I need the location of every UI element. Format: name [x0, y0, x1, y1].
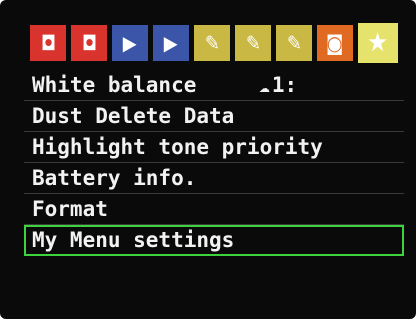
star-icon: ★: [367, 28, 389, 58]
tab-setup-3[interactable]: ✎: [276, 25, 312, 61]
menu-item-highlight-tone-priority[interactable]: Highlight tone priority: [24, 132, 404, 163]
menu-item-format[interactable]: Format: [24, 194, 404, 225]
tab-shooting-2[interactable]: ◘: [71, 25, 107, 61]
wrench-icon: ✎: [204, 31, 220, 55]
camera-icon: ◘: [81, 31, 97, 55]
wrench-icon: ✎: [245, 31, 261, 55]
tab-setup-1[interactable]: ✎: [194, 25, 230, 61]
menu-list: White balance ☁1: Dust Delete Data Highl…: [24, 70, 404, 287]
camera-menu-screen: ◘ ◘ ▶ ▶ ✎ ✎ ✎ ◙ ★ White balance ☁1: Dust…: [0, 0, 416, 319]
white-balance-value: ☁1:: [259, 70, 297, 102]
menu-item-label: White balance: [32, 73, 197, 97]
tab-shooting-1[interactable]: ◘: [30, 25, 66, 61]
white-balance-setting: 1:: [271, 73, 298, 97]
menu-item-my-menu-settings[interactable]: My Menu settings: [24, 225, 404, 256]
tab-playback-2[interactable]: ▶: [153, 25, 189, 61]
cloudy-icon: ☁: [259, 76, 270, 97]
tab-setup-2[interactable]: ✎: [235, 25, 271, 61]
custom-camera-icon: ◙: [326, 31, 344, 55]
menu-item-battery-info[interactable]: Battery info.: [24, 163, 404, 194]
playback-icon: ▶: [123, 31, 137, 55]
camera-icon: ◘: [40, 31, 56, 55]
menu-item-label: Highlight tone priority: [32, 135, 323, 159]
menu-item-label: Battery info.: [32, 166, 197, 190]
menu-item-label: Format: [32, 197, 108, 221]
tab-custom-functions[interactable]: ◙: [317, 25, 353, 61]
tab-my-menu[interactable]: ★: [358, 23, 398, 63]
menu-item-white-balance[interactable]: White balance ☁1:: [24, 70, 404, 101]
menu-item-label: Dust Delete Data: [32, 104, 235, 128]
tab-playback-1[interactable]: ▶: [112, 25, 148, 61]
menu-tab-bar: ◘ ◘ ▶ ▶ ✎ ✎ ✎ ◙ ★: [30, 22, 402, 64]
playback-icon: ▶: [164, 31, 178, 55]
menu-item-empty: [24, 256, 404, 287]
menu-item-dust-delete-data[interactable]: Dust Delete Data: [24, 101, 404, 132]
menu-item-label: My Menu settings: [32, 228, 235, 252]
wrench-icon: ✎: [286, 31, 302, 55]
